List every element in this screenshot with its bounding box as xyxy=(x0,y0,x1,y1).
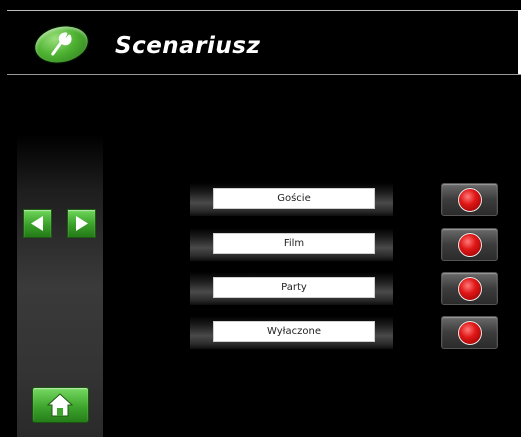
red-led-icon xyxy=(458,188,482,212)
scene-row: Wyłaczone xyxy=(190,316,393,349)
wrench-icon xyxy=(51,32,72,56)
red-led-icon xyxy=(458,233,482,257)
scene-activate-button[interactable] xyxy=(441,183,498,216)
page-title: Scenariusz xyxy=(115,33,261,59)
scene-label: Wyłaczone xyxy=(213,321,375,342)
scene-row: Goście xyxy=(190,183,393,216)
scene-row: Film xyxy=(190,228,393,261)
scene-activate-button[interactable] xyxy=(441,228,498,261)
next-button[interactable] xyxy=(67,209,96,238)
scene-label: Film xyxy=(213,233,375,254)
scene-row: Party xyxy=(190,272,393,305)
settings-button[interactable] xyxy=(31,21,92,68)
scene-label: Goście xyxy=(213,188,375,209)
prev-button[interactable] xyxy=(23,209,52,238)
header-divider xyxy=(7,74,521,75)
scene-label: Party xyxy=(213,277,375,298)
top-divider xyxy=(7,10,521,11)
arrow-left-icon xyxy=(31,216,43,231)
home-icon xyxy=(46,393,74,417)
scene-activate-button[interactable] xyxy=(441,316,498,349)
red-led-icon xyxy=(458,277,482,301)
scene-activate-button[interactable] xyxy=(441,272,498,305)
red-led-icon xyxy=(458,321,482,345)
arrow-right-icon xyxy=(76,216,88,231)
home-button[interactable] xyxy=(32,387,89,423)
